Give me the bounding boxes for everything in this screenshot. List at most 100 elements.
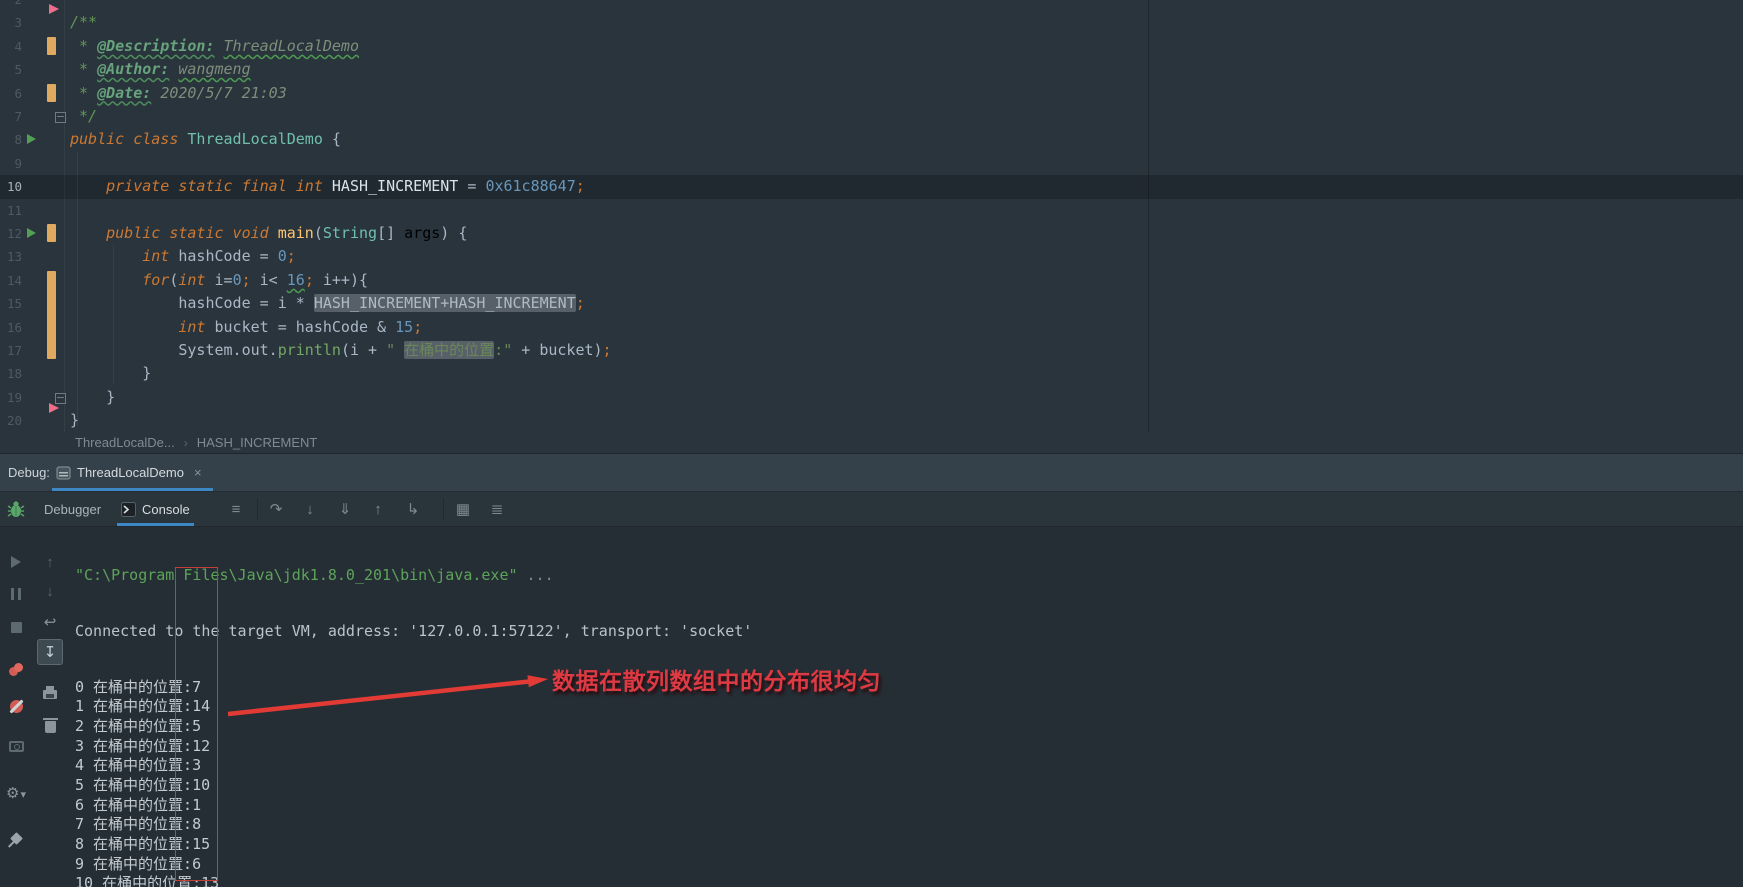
code-line[interactable]: 9 xyxy=(0,152,1743,175)
code-line[interactable]: 20} xyxy=(0,409,1743,432)
code-line[interactable]: 10 private static final int HASH_INCREME… xyxy=(0,175,1743,198)
line-number[interactable]: 17 xyxy=(0,339,22,362)
line-number[interactable]: 8 xyxy=(0,128,22,151)
line-number[interactable]: 5 xyxy=(0,58,22,81)
tab-debugger-label: Debugger xyxy=(44,502,101,517)
code-text: hashCode = i * HASH_INCREMENT+HASH_INCRE… xyxy=(70,292,585,315)
down-stack-trace-icon: ↓ xyxy=(37,578,63,604)
line-number[interactable]: 15 xyxy=(0,292,22,315)
up-stack-trace-icon: ↑ xyxy=(37,549,63,575)
code-line[interactable]: 14 for(int i=0; i< 16; i++){ xyxy=(0,269,1743,292)
code-line[interactable]: 16 int bucket = hashCode & 15; xyxy=(0,316,1743,339)
code-line[interactable]: 8public class ThreadLocalDemo { xyxy=(0,128,1743,151)
code-line[interactable]: 17 System.out.println(i + " 在桶中的位置:" + b… xyxy=(0,339,1743,362)
clear-all-icon[interactable] xyxy=(37,712,63,738)
close-tab-icon[interactable]: × xyxy=(194,465,202,480)
pin-tab-icon[interactable] xyxy=(3,825,29,851)
code-line[interactable]: 2 xyxy=(0,0,1743,11)
down-stack-trace-icon-glyph: ↓ xyxy=(46,583,54,600)
ide-window: 23/**4 * @Description: ThreadLocalDemo5 … xyxy=(0,0,1743,887)
print-icon[interactable] xyxy=(37,679,63,705)
line-number[interactable]: 4 xyxy=(0,35,22,58)
scroll-to-end-icon[interactable]: ↧ xyxy=(37,639,63,665)
line-number[interactable]: 13 xyxy=(0,245,22,268)
debug-session-tab[interactable]: ThreadLocalDemo × xyxy=(52,454,213,491)
stop-icon-glyph xyxy=(11,622,22,633)
breadcrumb-item-member[interactable]: HASH_INCREMENT xyxy=(197,435,318,450)
debug-views-tabbar: Debugger Console ≡ ↷ ↓ ⇓ ↑ ↳ ▦ ≣ xyxy=(0,492,1743,527)
code-text: * @Description: ThreadLocalDemo xyxy=(70,35,359,58)
tab-debugger[interactable]: Debugger xyxy=(44,492,101,526)
line-number[interactable]: 3 xyxy=(0,11,22,34)
step-over-icon[interactable]: ↷ xyxy=(264,492,288,527)
force-step-into-icon[interactable]: ⇓ xyxy=(333,492,357,527)
code-line[interactable]: 15 hashCode = i * HASH_INCREMENT+HASH_IN… xyxy=(0,292,1743,315)
up-stack-trace-icon-glyph: ↑ xyxy=(46,554,54,571)
debug-toolwindow-header: Debug: ThreadLocalDemo × xyxy=(0,453,1743,492)
code-text: int bucket = hashCode & 15; xyxy=(70,316,422,339)
show-options-menu-icon[interactable]: ≡ xyxy=(224,492,248,527)
settings-gear-icon-glyph: ⚙▾ xyxy=(6,784,26,802)
line-number[interactable]: 6 xyxy=(0,82,22,105)
layout-settings-icon[interactable]: ≣ xyxy=(485,492,509,527)
pause-icon-glyph xyxy=(11,588,21,600)
view-breakpoints-icon[interactable] xyxy=(3,657,29,683)
code-line[interactable]: 13 int hashCode = 0; xyxy=(0,245,1743,268)
step-out-icon[interactable]: ↑ xyxy=(366,492,390,527)
console-panel[interactable]: ⚙▾ ↑↓↩↧ "C:\Program Files\Java\jdk1.8.0_… xyxy=(0,527,1743,887)
step-into-icon[interactable]: ↓ xyxy=(298,492,322,527)
soft-wrap-icon-glyph: ↩ xyxy=(44,613,57,631)
console-icon xyxy=(121,502,136,517)
code-line[interactable]: 5 * @Author: wangmeng xyxy=(0,58,1743,81)
evaluate-expression-icon[interactable]: ▦ xyxy=(451,492,475,527)
resume-icon-glyph xyxy=(11,556,21,568)
active-tab-underline xyxy=(52,488,213,491)
annotation-text: 数据在散列数组中的分布很均匀 xyxy=(552,662,881,696)
breadcrumb: ThreadLocalDe... › HASH_INCREMENT xyxy=(0,432,1743,453)
run-to-cursor-icon[interactable]: ↳ xyxy=(401,492,425,527)
code-text: * @Author: wangmeng xyxy=(70,58,251,81)
code-line[interactable]: 3 /** xyxy=(0,11,1743,34)
line-number[interactable]: 9 xyxy=(0,152,22,175)
breadcrumb-item-class[interactable]: ThreadLocalDe... xyxy=(75,435,175,450)
pin-tab-icon-glyph xyxy=(10,832,23,845)
mute-breakpoints-icon-glyph xyxy=(10,700,23,713)
resume-icon xyxy=(3,549,29,575)
line-number[interactable]: 7 xyxy=(0,105,22,128)
settings-gear-icon[interactable]: ⚙▾ xyxy=(3,780,29,806)
line-number[interactable]: 12 xyxy=(0,222,22,245)
chevron-right-icon: › xyxy=(184,436,188,450)
toolbar-separator xyxy=(443,498,444,520)
line-number[interactable]: 20 xyxy=(0,409,22,432)
line-number[interactable]: 18 xyxy=(0,362,22,385)
code-line[interactable]: 7 */ xyxy=(0,105,1743,128)
scroll-to-end-icon-glyph: ↧ xyxy=(37,639,63,665)
line-number[interactable]: 16 xyxy=(0,316,22,339)
code-text: int hashCode = 0; xyxy=(70,245,296,268)
code-line[interactable]: 11 xyxy=(0,199,1743,222)
pause-icon xyxy=(3,581,29,607)
line-number[interactable]: 14 xyxy=(0,269,22,292)
mute-breakpoints-icon[interactable] xyxy=(3,693,29,719)
code-text: } xyxy=(70,409,79,432)
code-line[interactable]: 12 public static void main(String[] args… xyxy=(0,222,1743,245)
code-line[interactable]: 6 * @Date: 2020/5/7 21:03 xyxy=(0,82,1743,105)
tab-console[interactable]: Console xyxy=(117,492,194,526)
code-line[interactable]: 4 * @Description: ThreadLocalDemo xyxy=(0,35,1743,58)
code-text: } xyxy=(70,386,115,409)
line-number[interactable]: 11 xyxy=(0,199,22,222)
view-breakpoints-icon-glyph xyxy=(9,663,24,677)
print-icon-glyph xyxy=(43,690,57,699)
code-line[interactable]: 19 } xyxy=(0,386,1743,409)
thread-dump-camera-icon xyxy=(3,733,29,759)
soft-wrap-icon[interactable]: ↩ xyxy=(37,609,63,635)
code-editor[interactable]: 23/**4 * @Description: ThreadLocalDemo5 … xyxy=(0,0,1743,432)
code-text: } xyxy=(70,362,151,385)
line-number[interactable]: 19 xyxy=(0,386,22,409)
line-number[interactable]: 2 xyxy=(0,0,22,11)
line-number[interactable]: 10 xyxy=(0,175,22,198)
code-text: /** xyxy=(70,11,97,34)
code-text: public static void main(String[] args) { xyxy=(70,222,467,245)
code-line[interactable]: 18 } xyxy=(0,362,1743,385)
stop-icon xyxy=(3,614,29,640)
